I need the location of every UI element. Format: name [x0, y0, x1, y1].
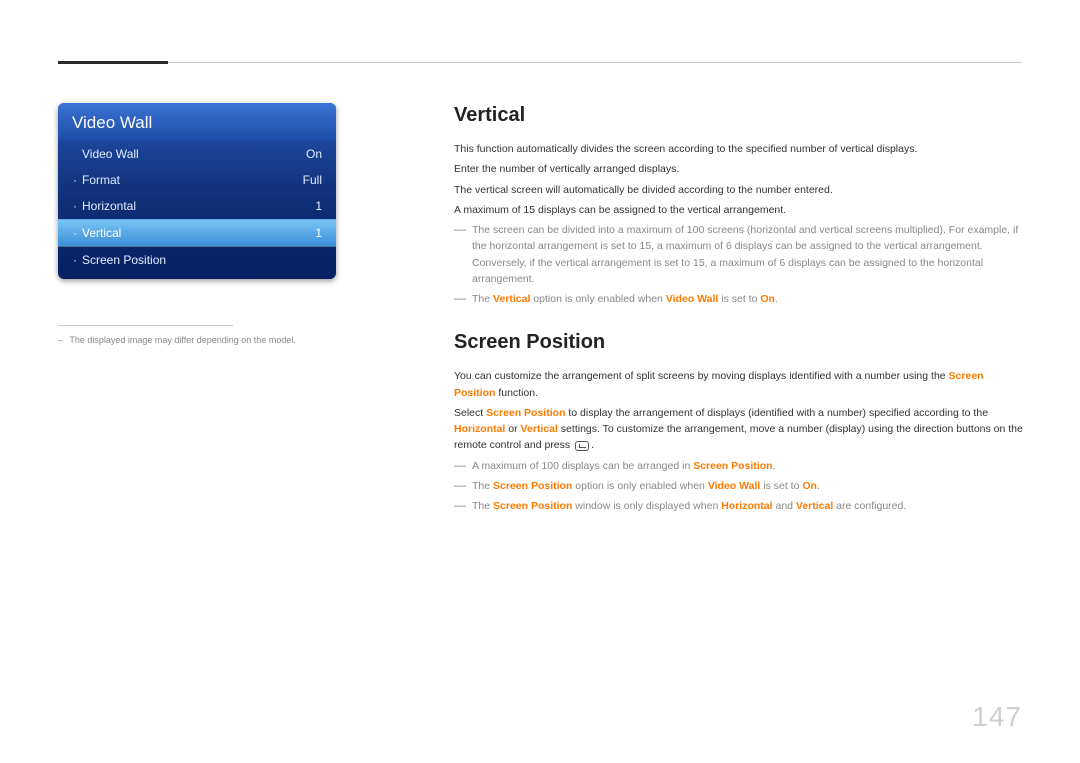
- osd-item-screen-position[interactable]: · Screen Position: [58, 247, 336, 279]
- heading-screen-position: Screen Position: [454, 327, 1024, 358]
- osd-item-video-wall[interactable]: Video Wall On: [58, 141, 336, 167]
- dash-icon: ―: [454, 498, 466, 514]
- body-text: A maximum of 15 displays can be assigned…: [454, 202, 1024, 218]
- note-text: The Screen Position window is only displ…: [472, 498, 1024, 514]
- body-text: Enter the number of vertically arranged …: [454, 161, 1024, 177]
- dash-icon: ―: [454, 291, 466, 307]
- note-row: ― The Screen Position option is only ena…: [454, 478, 1024, 494]
- osd-item-vertical[interactable]: · Vertical 1: [58, 219, 336, 247]
- page-number: 147: [972, 701, 1022, 733]
- dash-icon: ―: [454, 222, 466, 238]
- osd-item-label: Video Wall: [72, 147, 139, 161]
- header-accent: [58, 61, 168, 64]
- note-text: The screen can be divided into a maximum…: [472, 222, 1024, 287]
- heading-vertical: Vertical: [454, 100, 1024, 131]
- osd-title: Video Wall: [58, 103, 336, 141]
- osd-item-value: On: [306, 147, 322, 161]
- osd-item-label: · Vertical: [72, 226, 121, 240]
- note-row: ― The Vertical option is only enabled wh…: [454, 291, 1024, 307]
- body-text: This function automatically divides the …: [454, 141, 1024, 157]
- note-text: The Vertical option is only enabled when…: [472, 291, 1024, 307]
- content-column: Vertical This function automatically div…: [454, 100, 1024, 515]
- osd-footnote-divider: [58, 325, 233, 326]
- osd-item-format[interactable]: · Format Full: [58, 167, 336, 193]
- body-text: The vertical screen will automatically b…: [454, 182, 1024, 198]
- header-rule: [58, 62, 1022, 63]
- dash-icon: ―: [454, 478, 466, 494]
- osd-footnote: – The displayed image may differ dependi…: [58, 335, 346, 345]
- osd-video-wall-panel: Video Wall Video Wall On · Format Full ·…: [58, 103, 336, 279]
- osd-item-horizontal[interactable]: · Horizontal 1: [58, 193, 336, 219]
- dash-icon: –: [58, 335, 63, 345]
- note-row: ― The Screen Position window is only dis…: [454, 498, 1024, 514]
- note-text: A maximum of 100 displays can be arrange…: [472, 458, 1024, 474]
- body-text: You can customize the arrangement of spl…: [454, 368, 1024, 401]
- enter-icon: [575, 441, 589, 451]
- osd-item-value: Full: [303, 173, 322, 187]
- osd-item-value: 1: [315, 199, 322, 213]
- body-text: Select Screen Position to display the ar…: [454, 405, 1024, 454]
- osd-item-label: · Horizontal: [72, 199, 136, 213]
- osd-item-value: 1: [315, 226, 322, 240]
- note-row: ― A maximum of 100 displays can be arran…: [454, 458, 1024, 474]
- note-row: ― The screen can be divided into a maxim…: [454, 222, 1024, 287]
- osd-item-label: · Format: [72, 173, 120, 187]
- note-text: The Screen Position option is only enabl…: [472, 478, 1024, 494]
- dash-icon: ―: [454, 458, 466, 474]
- osd-item-label: · Screen Position: [72, 253, 166, 267]
